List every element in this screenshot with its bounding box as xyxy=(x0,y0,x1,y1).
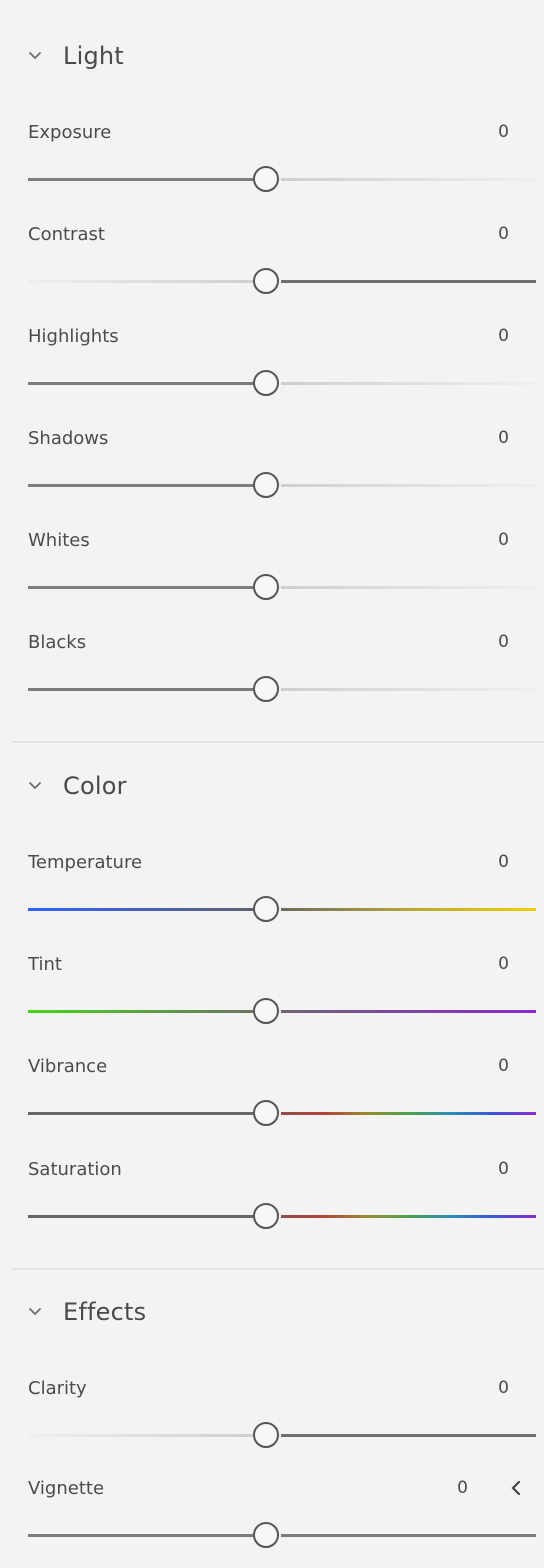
contrast-track-right xyxy=(281,280,536,283)
vibrance-thumb[interactable] xyxy=(253,1100,279,1126)
temperature-label: Temperature xyxy=(28,852,143,873)
whites-value[interactable]: 0 xyxy=(498,530,509,550)
highlights-thumb[interactable] xyxy=(253,370,279,396)
temperature-track-right xyxy=(281,908,536,911)
highlights-slider[interactable] xyxy=(28,370,536,396)
section-title-effects: Effects xyxy=(63,1298,147,1326)
saturation-label: Saturation xyxy=(28,1159,122,1180)
slider-row-saturation: Saturation 0 xyxy=(0,1147,544,1249)
saturation-track-right xyxy=(281,1215,536,1218)
saturation-thumb[interactable] xyxy=(253,1203,279,1229)
blacks-slider[interactable] xyxy=(28,676,536,702)
highlights-track-right xyxy=(281,382,536,385)
blacks-label: Blacks xyxy=(28,632,87,653)
chevron-down-icon[interactable] xyxy=(27,1304,43,1320)
vibrance-track-left xyxy=(28,1112,253,1115)
saturation-value[interactable]: 0 xyxy=(498,1159,509,1179)
chevron-down-icon[interactable] xyxy=(27,778,43,794)
vibrance-value[interactable]: 0 xyxy=(498,1056,509,1076)
light-section-header[interactable]: Light xyxy=(0,31,544,81)
exposure-slider[interactable] xyxy=(28,166,536,192)
tint-track-right xyxy=(281,1010,536,1013)
blacks-thumb[interactable] xyxy=(253,676,279,702)
slider-row-vignette: Vignette 0 xyxy=(0,1466,544,1568)
section-title-color: Color xyxy=(63,772,127,800)
tint-track-left xyxy=(28,1010,253,1013)
vibrance-slider[interactable] xyxy=(28,1100,536,1126)
whites-thumb[interactable] xyxy=(253,574,279,600)
tint-thumb[interactable] xyxy=(253,998,279,1024)
highlights-track-left xyxy=(28,382,253,385)
tint-slider[interactable] xyxy=(28,998,536,1024)
highlights-value[interactable]: 0 xyxy=(498,326,509,346)
saturation-track-left xyxy=(28,1215,253,1218)
whites-track-left xyxy=(28,586,253,589)
slider-row-whites: Whites 0 xyxy=(0,518,544,620)
whites-slider[interactable] xyxy=(28,574,536,600)
clarity-thumb[interactable] xyxy=(253,1422,279,1448)
shadows-track-left xyxy=(28,484,253,487)
clarity-track-left xyxy=(28,1434,253,1437)
slider-row-vibrance: Vibrance 0 xyxy=(0,1044,544,1146)
contrast-slider[interactable] xyxy=(28,268,536,294)
temperature-track-left xyxy=(28,908,253,911)
saturation-slider[interactable] xyxy=(28,1203,536,1229)
shadows-value[interactable]: 0 xyxy=(498,428,509,448)
whites-label: Whites xyxy=(28,530,90,551)
slider-row-contrast: Contrast 0 xyxy=(0,212,544,314)
blacks-track-left xyxy=(28,688,253,691)
tint-value[interactable]: 0 xyxy=(498,954,509,974)
temperature-slider[interactable] xyxy=(28,896,536,922)
vignette-thumb[interactable] xyxy=(253,1522,279,1548)
slider-row-temperature: Temperature 0 xyxy=(0,840,544,942)
contrast-value[interactable]: 0 xyxy=(498,224,509,244)
slider-row-highlights: Highlights 0 xyxy=(0,314,544,416)
contrast-thumb[interactable] xyxy=(253,268,279,294)
clarity-value[interactable]: 0 xyxy=(498,1378,509,1398)
slider-row-clarity: Clarity 0 xyxy=(0,1366,544,1468)
edit-panel: Light Exposure 0 Contrast 0 Highlights 0 xyxy=(0,0,544,1558)
chevron-down-icon[interactable] xyxy=(27,48,43,64)
exposure-thumb[interactable] xyxy=(253,166,279,192)
exposure-value[interactable]: 0 xyxy=(498,122,509,142)
clarity-label: Clarity xyxy=(28,1378,87,1399)
vignette-track-right xyxy=(281,1534,536,1537)
vibrance-label: Vibrance xyxy=(28,1056,108,1077)
tint-label: Tint xyxy=(28,954,62,975)
shadows-thumb[interactable] xyxy=(253,472,279,498)
vignette-value[interactable]: 0 xyxy=(457,1478,468,1498)
vibrance-track-right xyxy=(281,1112,536,1115)
section-title-light: Light xyxy=(63,42,124,70)
color-section-header[interactable]: Color xyxy=(0,761,544,811)
shadows-track-right xyxy=(281,484,536,487)
temperature-thumb[interactable] xyxy=(253,896,279,922)
section-divider xyxy=(12,1268,544,1270)
section-divider xyxy=(12,741,544,743)
contrast-label: Contrast xyxy=(28,224,105,245)
whites-track-right xyxy=(281,586,536,589)
vignette-label: Vignette xyxy=(28,1478,105,1499)
shadows-slider[interactable] xyxy=(28,472,536,498)
exposure-track-left xyxy=(28,178,253,181)
vignette-track-left xyxy=(28,1534,253,1537)
slider-row-tint: Tint 0 xyxy=(0,942,544,1044)
exposure-track-right xyxy=(281,178,536,181)
blacks-value[interactable]: 0 xyxy=(498,632,509,652)
slider-row-shadows: Shadows 0 xyxy=(0,416,544,518)
blacks-track-right xyxy=(281,688,536,691)
slider-row-exposure: Exposure 0 xyxy=(0,110,544,212)
shadows-label: Shadows xyxy=(28,428,109,449)
contrast-track-left xyxy=(28,280,253,283)
clarity-slider[interactable] xyxy=(28,1422,536,1448)
temperature-value[interactable]: 0 xyxy=(498,852,509,872)
effects-section-header[interactable]: Effects xyxy=(0,1287,544,1337)
clarity-track-right xyxy=(281,1434,536,1437)
highlights-label: Highlights xyxy=(28,326,119,347)
slider-row-blacks: Blacks 0 xyxy=(0,620,544,722)
exposure-label: Exposure xyxy=(28,122,112,143)
chevron-left-icon[interactable] xyxy=(506,1477,526,1499)
vignette-slider[interactable] xyxy=(28,1522,536,1548)
